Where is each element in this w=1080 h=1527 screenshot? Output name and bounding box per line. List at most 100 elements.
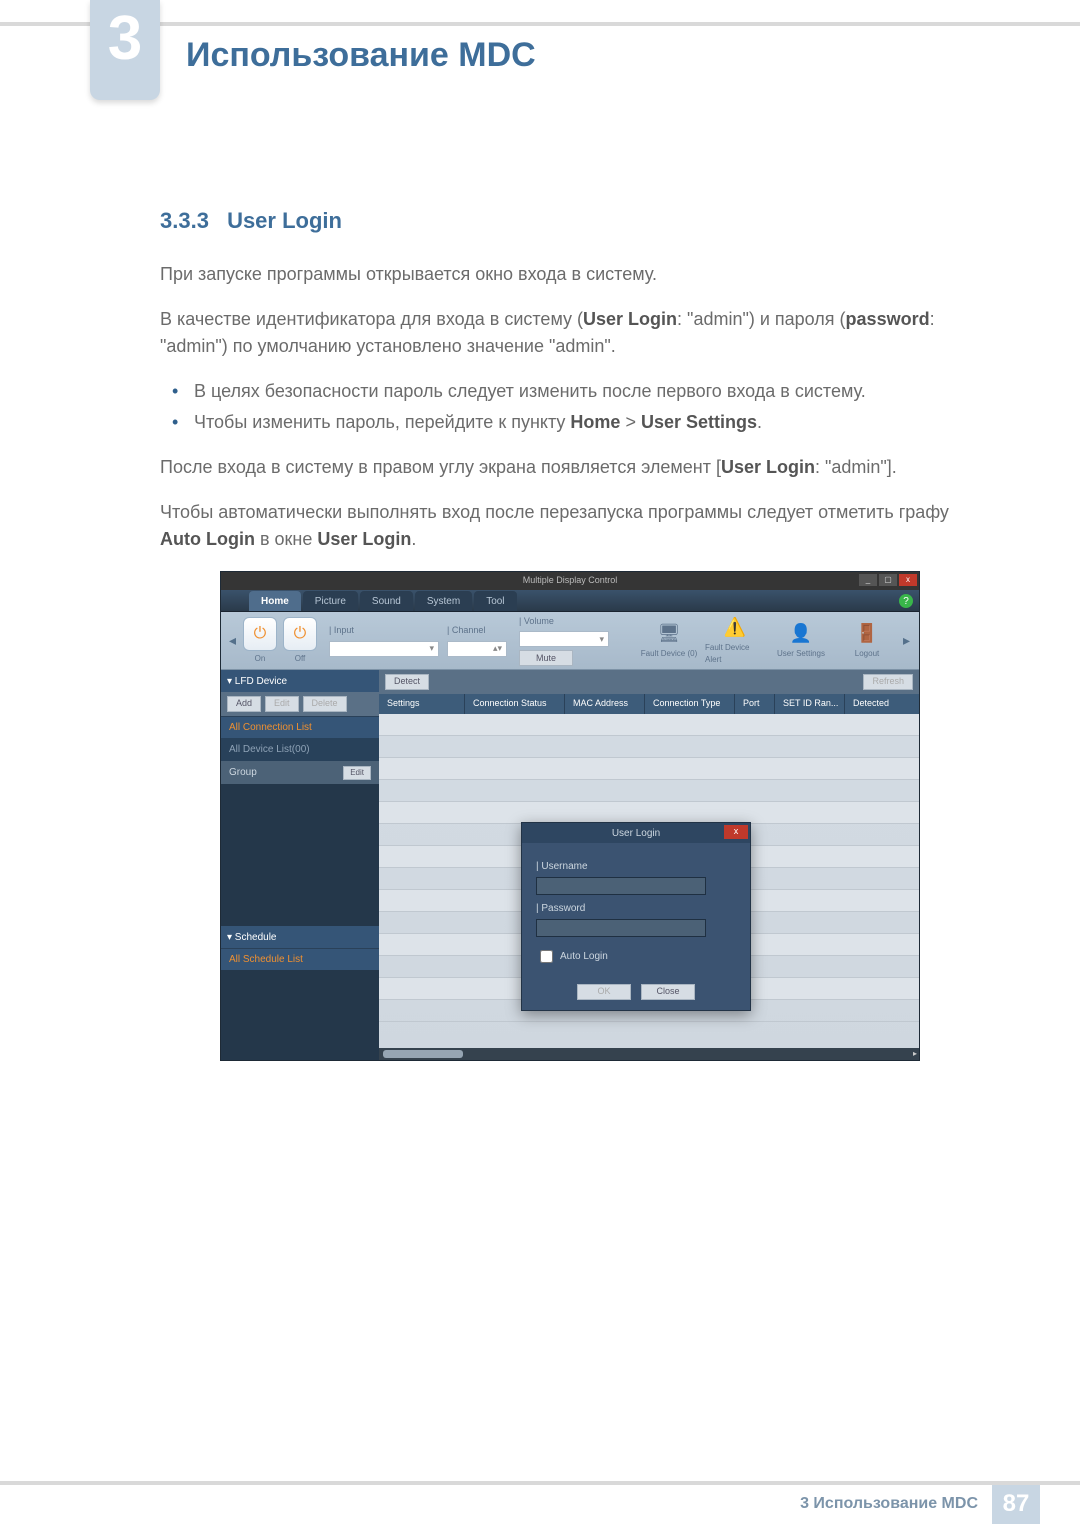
table-row xyxy=(379,758,919,780)
password-input[interactable] xyxy=(536,919,706,937)
power-on-button[interactable]: ⏻ xyxy=(243,617,277,651)
bullet-1: В целях безопасности пароль следует изме… xyxy=(194,378,980,405)
minimize-button[interactable]: _ xyxy=(859,574,877,586)
password-label: | Password xyxy=(536,901,736,916)
power-on-label: On xyxy=(255,653,266,665)
section-title: User Login xyxy=(227,208,342,233)
volume-field-group: | Volume ▾ Mute xyxy=(519,615,609,667)
user-icon xyxy=(789,622,813,646)
input-select[interactable]: ▾ xyxy=(329,641,439,657)
username-input[interactable] xyxy=(536,877,706,895)
user-settings-button[interactable]: User Settings xyxy=(771,622,831,660)
login-title: User Login xyxy=(612,826,660,841)
section-number: 3.3.3 xyxy=(160,208,209,233)
mdc-titlebar: Multiple Display Control _ ▢ x xyxy=(221,572,919,590)
monitor-icon xyxy=(657,622,681,646)
table-row xyxy=(379,736,919,758)
bullet-list: В целях безопасности пароль следует изме… xyxy=(194,378,980,436)
page-header: 3 Использование MDC xyxy=(0,0,1080,74)
page-number: 87 xyxy=(992,1484,1040,1524)
lfd-device-header[interactable]: ▾ LFD Device xyxy=(221,670,379,692)
maximize-button[interactable]: ▢ xyxy=(879,574,897,586)
col-conntype: Connection Type xyxy=(645,694,735,714)
chapter-title: Использование MDC xyxy=(186,30,536,81)
channel-stepper[interactable]: ▴▾ xyxy=(447,641,507,657)
all-connection-list[interactable]: All Connection List xyxy=(221,716,379,738)
schedule-header[interactable]: ▾ Schedule xyxy=(221,926,379,948)
tab-sound[interactable]: Sound xyxy=(360,591,413,611)
para-2: В качестве идентификатора для входа в си… xyxy=(160,306,980,360)
nav-right-icon[interactable]: ▸ xyxy=(903,630,911,651)
fault-alert-button[interactable]: Fault Device Alert xyxy=(705,616,765,666)
mdc-sidebar: ▾ LFD Device Add Edit Delete All Connect… xyxy=(221,670,379,1060)
tab-system[interactable]: System xyxy=(415,591,472,611)
power-off-button[interactable]: ⏻ xyxy=(283,617,317,651)
footer-stripe xyxy=(0,1481,1080,1485)
power-off-label: Off xyxy=(295,653,306,665)
auto-login-label: Auto Login xyxy=(560,949,608,964)
page-footer: 3 Использование MDC 87 xyxy=(0,1481,1080,1527)
mdc-toolbar: ◂ ⏻ On ⏻ Off | Input ▾ | Channel ▴▾ xyxy=(221,612,919,670)
channel-field-group: | Channel ▴▾ xyxy=(447,624,507,657)
volume-label: | Volume xyxy=(519,615,609,629)
col-detected: Detected xyxy=(845,694,919,714)
window-controls: _ ▢ x xyxy=(859,574,917,586)
edit-button[interactable]: Edit xyxy=(265,696,299,712)
para-4: Чтобы автоматически выполнять вход после… xyxy=(160,499,980,553)
all-schedule-list[interactable]: All Schedule List xyxy=(221,948,379,970)
username-label: | Username xyxy=(536,859,736,874)
mdc-window-title: Multiple Display Control xyxy=(523,574,618,588)
col-mac: MAC Address xyxy=(565,694,645,714)
login-ok-button[interactable]: OK xyxy=(577,984,631,1000)
tab-bar: Home Picture Sound System Tool xyxy=(221,590,919,612)
user-login-dialog: User Login x | Username | Password Auto … xyxy=(521,822,751,1011)
input-label: | Input xyxy=(329,624,439,638)
mdc-window: Multiple Display Control _ ▢ x ? Home Pi… xyxy=(220,571,920,1061)
close-button[interactable]: x xyxy=(899,574,917,586)
table-row xyxy=(379,714,919,736)
content-area: 3.3.3 User Login При запуске программы о… xyxy=(0,74,1080,1061)
tab-picture[interactable]: Picture xyxy=(303,591,358,611)
logout-icon xyxy=(855,622,879,646)
table-header: Settings Connection Status MAC Address C… xyxy=(379,694,919,714)
tab-home[interactable]: Home xyxy=(249,591,301,611)
login-close-button[interactable]: x xyxy=(724,825,748,839)
chapter-number: 3 xyxy=(108,8,142,70)
delete-button[interactable]: Delete xyxy=(303,696,347,712)
col-connstatus: Connection Status xyxy=(465,694,565,714)
refresh-button[interactable]: Refresh xyxy=(863,674,913,690)
para-1: При запуске программы открывается окно в… xyxy=(160,261,980,288)
footer-text: 3 Использование MDC xyxy=(800,1492,978,1516)
group-row: Group Edit xyxy=(221,761,379,784)
input-field-group: | Input ▾ xyxy=(329,624,439,657)
col-settings: Settings xyxy=(379,694,465,714)
all-device-list[interactable]: All Device List(00) xyxy=(221,738,379,761)
section-heading: 3.3.3 User Login xyxy=(160,204,980,237)
auto-login-checkbox[interactable] xyxy=(540,950,553,963)
table-row xyxy=(379,780,919,802)
scroll-right-icon[interactable]: ▸ xyxy=(913,1048,917,1060)
table-row xyxy=(379,802,919,824)
horizontal-scrollbar[interactable]: ▸ xyxy=(379,1048,919,1060)
alert-icon xyxy=(723,616,747,640)
help-icon[interactable]: ? xyxy=(899,594,913,608)
col-setid: SET ID Ran... xyxy=(775,694,845,714)
para-3: После входа в систему в правом углу экра… xyxy=(160,454,980,481)
add-button[interactable]: Add xyxy=(227,696,261,712)
header-stripe xyxy=(0,22,1080,26)
chapter-badge: 3 xyxy=(90,0,160,100)
volume-select[interactable]: ▾ xyxy=(519,631,609,647)
mute-button[interactable]: Mute xyxy=(519,650,573,666)
login-close-button-2[interactable]: Close xyxy=(641,984,695,1000)
col-port: Port xyxy=(735,694,775,714)
group-edit-button[interactable]: Edit xyxy=(343,766,371,780)
logout-button[interactable]: Logout xyxy=(837,622,897,660)
channel-label: | Channel xyxy=(447,624,507,638)
login-titlebar: User Login x xyxy=(522,823,750,843)
nav-left-icon[interactable]: ◂ xyxy=(229,630,237,651)
detect-button[interactable]: Detect xyxy=(385,674,429,690)
tab-tool[interactable]: Tool xyxy=(474,591,516,611)
scrollbar-thumb[interactable] xyxy=(383,1050,463,1058)
bullet-2: Чтобы изменить пароль, перейдите к пункт… xyxy=(194,409,980,436)
fault-device-button[interactable]: Fault Device (0) xyxy=(639,622,699,660)
